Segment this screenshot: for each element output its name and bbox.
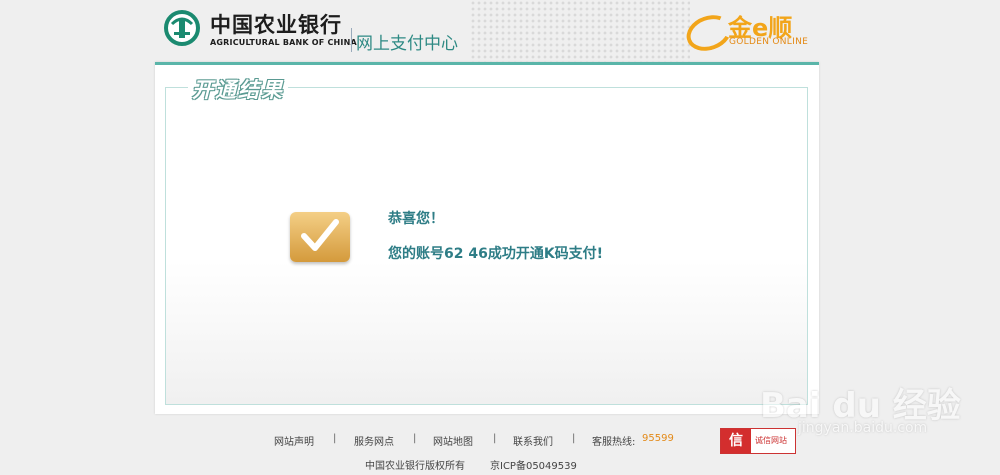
hotline-label: 客服热线: bbox=[592, 437, 636, 448]
copyright-text: 中国农业银行版权所有 bbox=[365, 461, 465, 472]
footer-link-statement[interactable]: 网站声明 bbox=[274, 433, 314, 448]
panel-title: 开通结果 bbox=[188, 74, 288, 104]
trust-badge[interactable]: 信 诚信网站 bbox=[720, 428, 796, 454]
watermark-url: jingyan.baidu.com bbox=[798, 420, 928, 436]
baidu-watermark: Bai du 经验 jingyan.baidu.com bbox=[760, 372, 980, 436]
trust-badge-text: 诚信网站 bbox=[755, 436, 787, 445]
footer-divider: | bbox=[413, 433, 417, 444]
partner-logo-en: GOLDEN ONLINE bbox=[729, 37, 809, 47]
bank-name-cn: 中国农业银行 bbox=[210, 13, 342, 37]
hotline-number: 95599 bbox=[642, 433, 674, 444]
abc-coin-icon[interactable] bbox=[164, 10, 200, 46]
checkmark-icon bbox=[290, 212, 350, 262]
icp-license[interactable]: 京ICP备05049539 bbox=[490, 457, 577, 472]
trust-badge-icon: 信 bbox=[721, 429, 751, 453]
result-message: 您的账号62 46成功开通K码支付! bbox=[388, 246, 604, 262]
footer-link-contact[interactable]: 联系我们 bbox=[513, 433, 553, 448]
result-panel: 恭喜您！ 您的账号62 46成功开通K码支付! 开通结果 bbox=[155, 62, 819, 414]
footer-link-branches[interactable]: 服务网点 bbox=[354, 433, 394, 448]
footer-divider: | bbox=[333, 433, 337, 444]
world-map-decoration bbox=[470, 0, 690, 62]
header-separator bbox=[351, 28, 352, 52]
congrats-text: 恭喜您！ bbox=[388, 211, 444, 227]
footer-link-sitemap[interactable]: 网站地图 bbox=[433, 433, 473, 448]
result-panel-body: 恭喜您！ 您的账号62 46成功开通K码支付! bbox=[165, 87, 808, 405]
section-title: 网上支付中心 bbox=[356, 34, 458, 54]
bank-name-en: AGRICULTURAL BANK OF CHINA bbox=[210, 38, 357, 47]
footer-divider: | bbox=[572, 433, 576, 444]
page-header: 中国农业银行 AGRICULTURAL BANK OF CHINA 网上支付中心… bbox=[0, 0, 1000, 62]
footer-divider: | bbox=[493, 433, 497, 444]
